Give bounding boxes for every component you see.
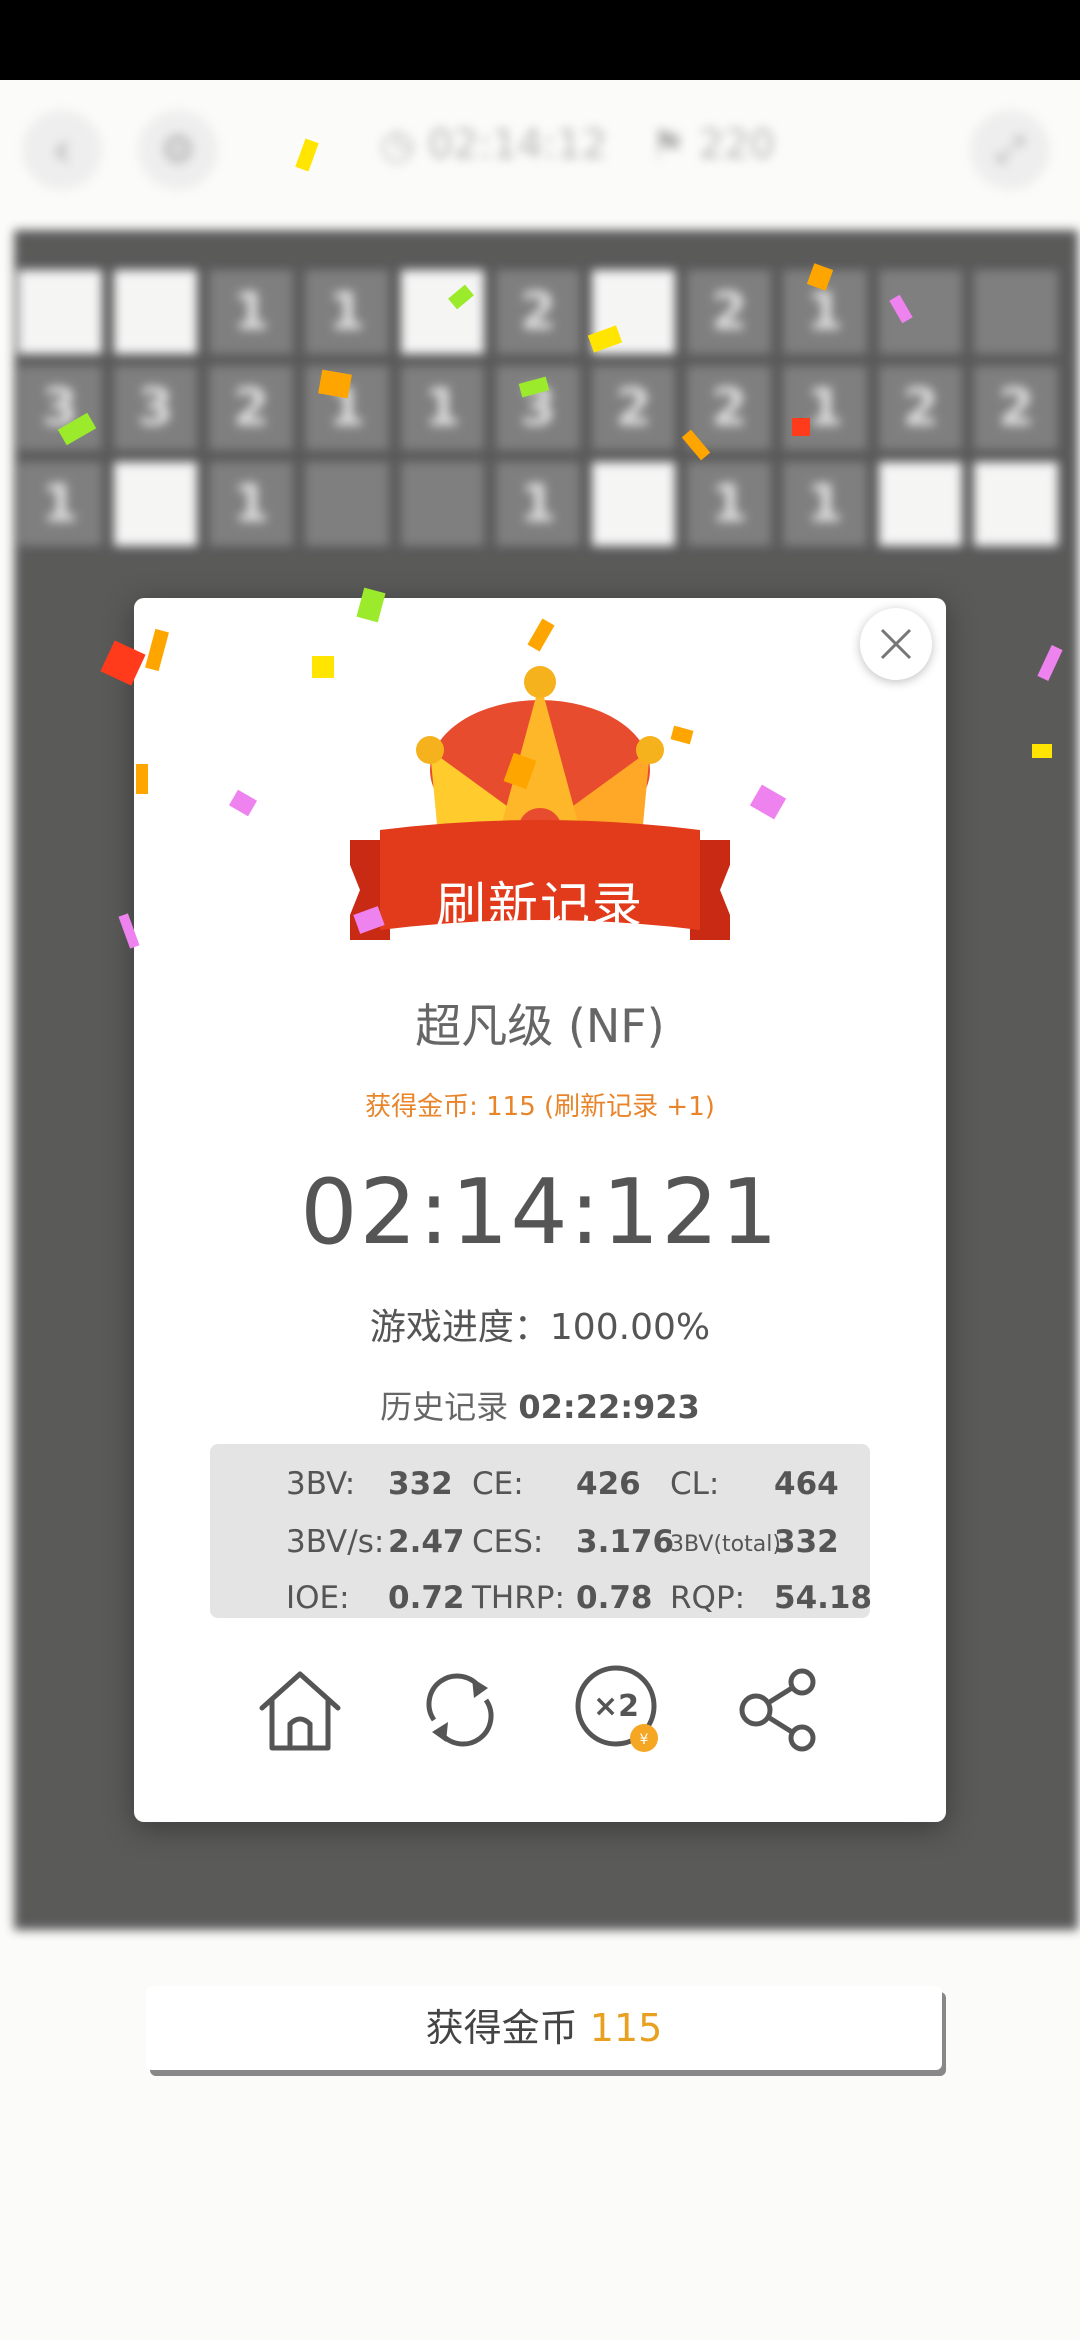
stat-label: 3BV: [286, 1466, 356, 1502]
board-cell[interactable] [304, 462, 389, 546]
board-cell[interactable]: 1 [783, 462, 867, 546]
flag-icon: ⚑ [650, 122, 686, 168]
share-button[interactable] [730, 1660, 830, 1760]
chart-icon: ⤢ [995, 129, 1025, 170]
stats-panel: 3BV: 332 CE: 426 CL: 464 3BV/s: 2.47 CES… [210, 1444, 872, 1618]
stat-label: CES: [472, 1524, 544, 1560]
board-cell[interactable]: 2 [974, 366, 1058, 450]
share-icon [739, 1668, 816, 1752]
coins-earned-line: 获得金币: 115 (刷新记录 +1) [365, 1092, 715, 1122]
restart-icon [426, 1673, 494, 1747]
home-icon [259, 1671, 341, 1751]
board-cell[interactable]: 1 [783, 366, 867, 450]
stat-label: IOE: [286, 1580, 350, 1616]
clock-icon: ◷ [380, 122, 415, 168]
game-top-bar: ‹ ⚙ ◷ 02:14:12 ⚑ 220 ⤢ [0, 80, 1080, 220]
board-cell[interactable] [974, 462, 1058, 546]
stat-value: 332 [774, 1524, 839, 1560]
double-coins-icon: ×2 ¥ [575, 1665, 658, 1752]
board-cell[interactable] [113, 462, 198, 546]
board-cell[interactable]: 2 [687, 366, 772, 450]
game-timer: ◷ 02:14:12 [380, 122, 607, 168]
banner-text: 刷新记录 [436, 877, 644, 935]
stat-value: 2.47 [388, 1524, 465, 1560]
board-cell[interactable]: 1 [304, 366, 389, 450]
stats-row: 3BV/s: 2.47 CES: 3.176 3BV(total): 332 [210, 1512, 870, 1568]
close-button[interactable] [860, 608, 932, 680]
history-record: 历史记录 02:22:923 [134, 1382, 946, 1428]
board-cell[interactable]: 1 [304, 270, 389, 354]
get-coins-amount: 115 [589, 2006, 663, 2050]
stat-value: 332 [388, 1466, 453, 1502]
stats-row: IOE: 0.72 THRP: 0.78 RQP: 54.18 [210, 1568, 873, 1624]
stat-value: 426 [576, 1466, 641, 1502]
board-cell[interactable] [591, 270, 676, 354]
board-cell[interactable] [974, 270, 1058, 354]
board-cell[interactable] [400, 462, 485, 546]
board-cell[interactable]: 1 [209, 270, 293, 354]
stats-row: 3BV: 332 CE: 426 CL: 464 [210, 1454, 870, 1510]
stat-label: THRP: [472, 1580, 565, 1616]
board-cell[interactable] [591, 462, 676, 546]
gear-icon: ⚙ [160, 127, 196, 173]
stat-value: 464 [774, 1466, 839, 1502]
board-cell[interactable]: 3 [113, 366, 198, 450]
board-cell[interactable] [878, 462, 963, 546]
double-coins-button[interactable]: ×2 ¥ [570, 1660, 670, 1760]
board-grid: 112213321132212211111 [18, 270, 1058, 546]
board-cell[interactable] [113, 270, 198, 354]
svg-text:×2: ×2 [593, 1689, 639, 1724]
settings-button[interactable]: ⚙ [138, 110, 218, 190]
board-cell[interactable] [18, 270, 102, 354]
flag-count: 220 [698, 122, 775, 168]
stats-button[interactable]: ⤢ [970, 110, 1050, 190]
modal-actions: ×2 ¥ [134, 1660, 946, 1760]
stat-value: 0.72 [388, 1580, 465, 1616]
difficulty-level: 超凡级 (NF) [415, 999, 665, 1053]
board-cell[interactable]: 1 [783, 270, 867, 354]
board-cell[interactable]: 1 [687, 462, 772, 546]
board-cell[interactable]: 3 [18, 366, 102, 450]
stat-value: 3.176 [576, 1524, 675, 1560]
get-coins-label: 获得金币 [425, 2006, 578, 2050]
home-button[interactable] [250, 1660, 350, 1760]
stat-label: CE: [472, 1466, 524, 1502]
restart-button[interactable] [410, 1660, 510, 1760]
history-label: 历史记录 [380, 1388, 509, 1426]
close-icon [880, 628, 912, 660]
game-timer-value: 02:14:12 [427, 122, 608, 168]
stat-label: 3BV(total): [670, 1532, 789, 1557]
board-cell[interactable]: 2 [687, 270, 772, 354]
stat-value: 54.18 [774, 1580, 873, 1616]
board-cell[interactable]: 1 [209, 462, 293, 546]
stat-label: RQP: [670, 1580, 746, 1616]
board-cell[interactable]: 1 [18, 462, 102, 546]
flag-counter: ⚑ 220 [650, 122, 775, 168]
chevron-left-icon: ‹ [52, 122, 72, 178]
history-value: 02:22:923 [518, 1388, 700, 1426]
board-cell[interactable]: 2 [496, 270, 580, 354]
stat-label: 3BV/s: [286, 1524, 385, 1560]
board-cell[interactable]: 3 [496, 366, 580, 450]
board-cell[interactable]: 2 [878, 366, 963, 450]
board-cell[interactable] [878, 270, 963, 354]
board-cell[interactable]: 1 [400, 366, 485, 450]
board-cell[interactable]: 2 [209, 366, 293, 450]
stat-label: CL: [670, 1466, 720, 1502]
game-progress: 游戏进度：100.00% [369, 1307, 711, 1348]
get-coins-button[interactable]: 获得金币 115 [146, 1986, 942, 2070]
svg-text:¥: ¥ [640, 1732, 649, 1748]
board-cell[interactable]: 1 [496, 462, 580, 546]
finish-time: 02:14:121 [300, 1160, 780, 1265]
stat-value: 0.78 [576, 1580, 653, 1616]
board-cell[interactable] [400, 270, 485, 354]
back-button[interactable]: ‹ [22, 110, 102, 190]
status-bar [0, 0, 1080, 80]
board-cell[interactable]: 2 [591, 366, 676, 450]
